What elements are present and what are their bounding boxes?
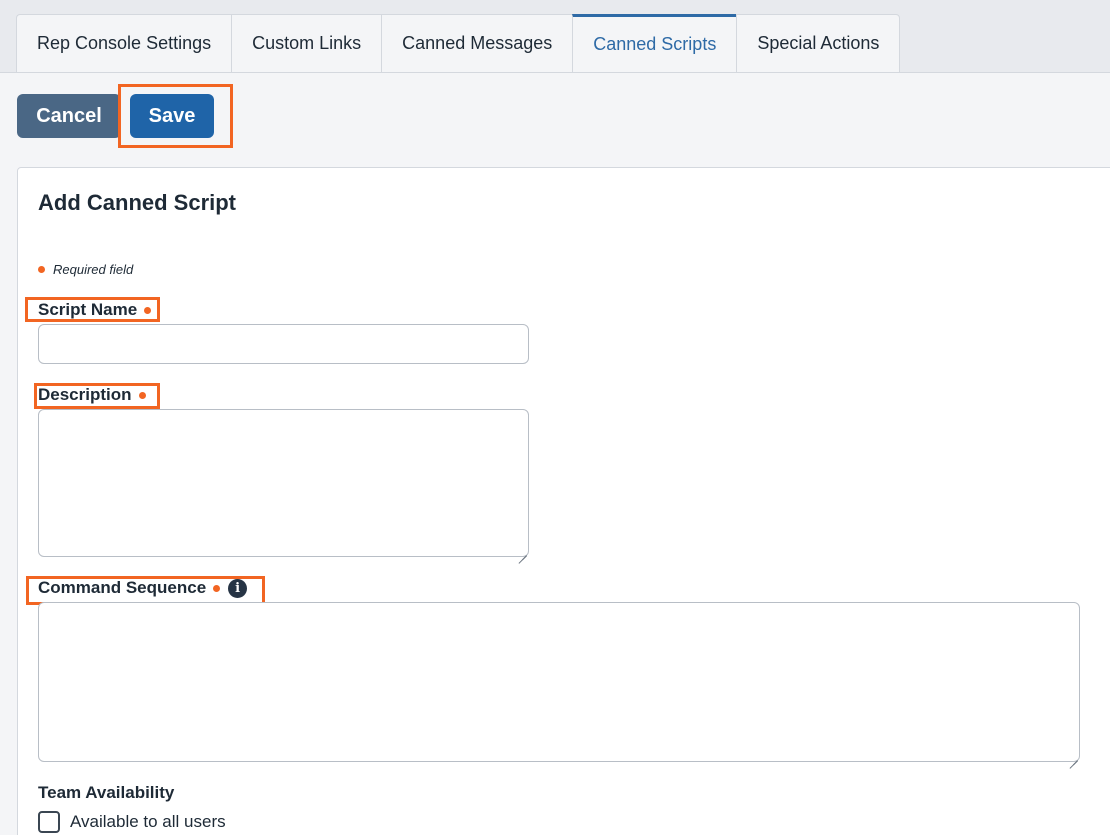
team-availability-label-text: Team Availability: [38, 783, 175, 802]
required-field-text: Required field: [53, 262, 134, 277]
available-to-all-users-checkbox[interactable]: [38, 811, 60, 833]
page-title: Add Canned Script: [38, 190, 237, 215]
description-label: Description: [38, 385, 146, 405]
available-to-all-users-label: Available to all users: [70, 812, 226, 831]
tab-custom-links[interactable]: Custom Links: [231, 14, 382, 73]
command-sequence-label: Command Sequence i: [38, 578, 248, 598]
command-sequence-label-text: Command Sequence: [38, 578, 207, 597]
available-to-all-users-option[interactable]: Available to all users: [38, 811, 226, 833]
command-sequence-textarea[interactable]: [38, 602, 1080, 762]
save-button[interactable]: Save: [130, 94, 214, 138]
required-dot-icon: [144, 306, 152, 314]
tab-rep-console-settings[interactable]: Rep Console Settings: [16, 14, 232, 73]
info-icon[interactable]: i: [228, 578, 248, 598]
script-name-input[interactable]: [38, 324, 529, 364]
required-dot-icon: [213, 584, 221, 592]
tab-bar: Rep Console Settings Custom Links Canned…: [16, 14, 901, 73]
required-dot-icon: [38, 266, 45, 273]
script-name-label-text: Script Name: [38, 300, 138, 319]
required-dot-icon: [138, 391, 146, 399]
description-textarea[interactable]: [38, 409, 529, 557]
tab-canned-messages[interactable]: Canned Messages: [381, 14, 573, 73]
cancel-button[interactable]: Cancel: [17, 94, 121, 138]
team-availability-label: Team Availability: [38, 783, 174, 803]
script-name-label: Script Name: [38, 300, 152, 320]
page: Rep Console Settings Custom Links Canned…: [0, 0, 1110, 835]
tab-canned-scripts[interactable]: Canned Scripts: [572, 14, 737, 73]
description-label-text: Description: [38, 385, 132, 404]
tab-special-actions[interactable]: Special Actions: [736, 14, 901, 73]
required-field-note: Required field: [38, 262, 133, 277]
